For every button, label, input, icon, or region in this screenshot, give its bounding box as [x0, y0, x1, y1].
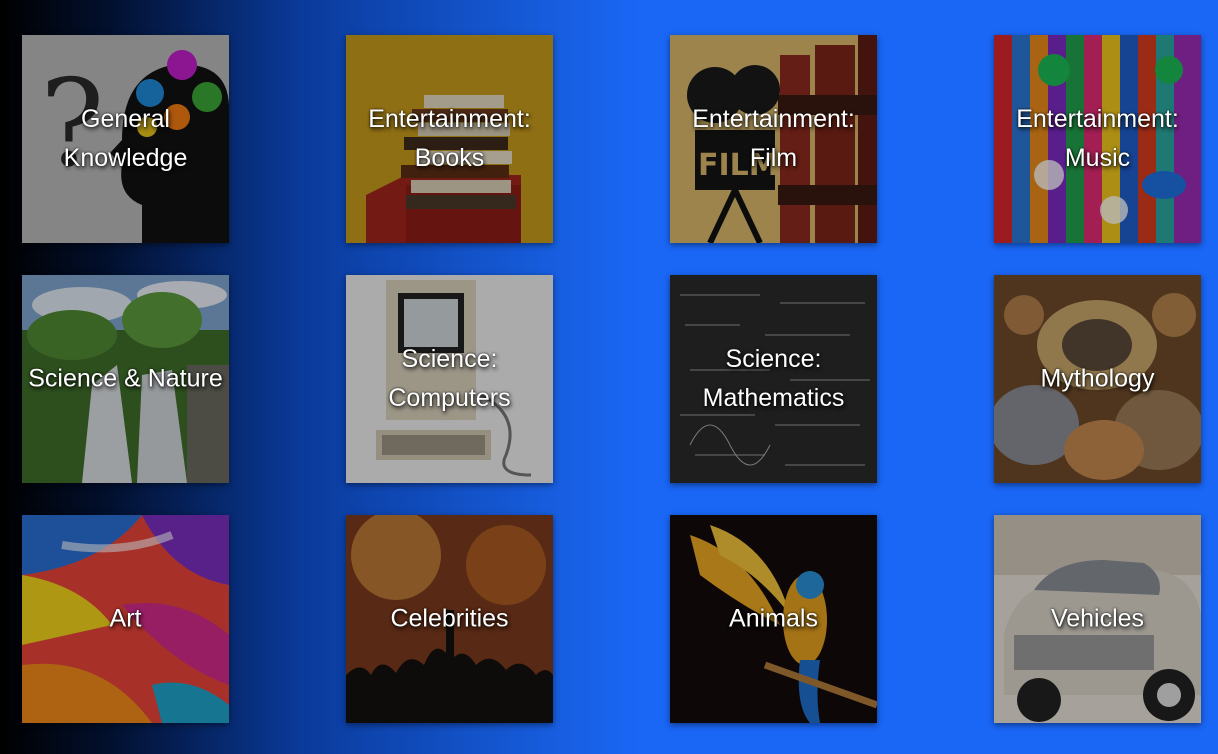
category-tile-art[interactable]: Art	[22, 515, 229, 723]
category-label: Entertainment: Music	[1016, 105, 1179, 172]
category-grid: ? General Knowledge Entertainment: Books…	[0, 0, 1218, 754]
category-tile-film[interactable]: FILM Entertainment: Film	[670, 35, 877, 243]
category-label: Mythology	[1040, 364, 1155, 393]
category-tile-science-nature[interactable]: Science & Nature	[22, 275, 229, 483]
category-label: Entertainment: Books	[368, 105, 531, 172]
category-tile-music[interactable]: Entertainment: Music	[994, 35, 1201, 243]
category-label: Vehicles	[1050, 604, 1145, 633]
category-label: Science & Nature	[28, 364, 223, 393]
category-tile-vehicles[interactable]: Vehicles	[994, 515, 1201, 723]
category-tile-books[interactable]: Entertainment: Books	[346, 35, 553, 243]
category-tile-celebrities[interactable]: Celebrities	[346, 515, 553, 723]
category-label: Science: Computers	[388, 345, 511, 412]
category-label: General Knowledge	[63, 105, 188, 172]
category-label: Science: Mathematics	[702, 345, 845, 412]
category-label: Animals	[729, 604, 818, 633]
category-tile-animals[interactable]: Animals	[670, 515, 877, 723]
category-tile-mythology[interactable]: Mythology	[994, 275, 1201, 483]
category-label: Art	[109, 604, 142, 633]
category-tile-mathematics[interactable]: Science: Mathematics	[670, 275, 877, 483]
category-tile-computers[interactable]: Science: Computers	[346, 275, 553, 483]
category-label: Celebrities	[390, 604, 509, 633]
category-tile-general-knowledge[interactable]: ? General Knowledge	[22, 35, 229, 243]
category-label: Entertainment: Film	[692, 105, 855, 172]
